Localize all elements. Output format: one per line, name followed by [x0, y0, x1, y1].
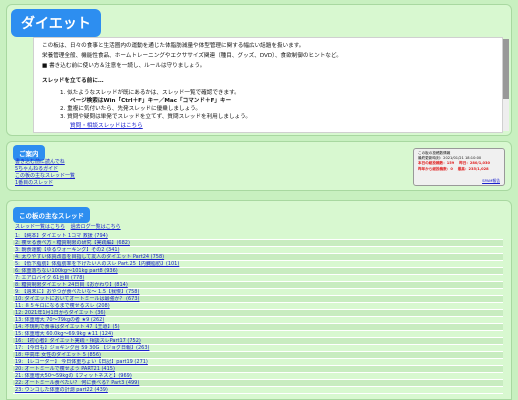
- thread-row[interactable]: 1: 【純本】ダイエット 1コマ 救援 (794): [13, 233, 503, 240]
- thread-panel: この板の主なスレッド スレッド一覧はこちら 過去ログ一覧はこちら 1: 【純本】…: [6, 200, 512, 400]
- archive-link[interactable]: 過去ログ一覧はこちら: [71, 224, 121, 230]
- guide-link-guide[interactable]: 5ちゃんねるガイド: [15, 166, 75, 173]
- thread-row[interactable]: 9: 【週末に】おやつが食べたいな～ 1.5【我慢】(758): [13, 289, 503, 296]
- rule-1: 1. 似たようなスレッドが既にあるかは、スレッド一覧で確認できます。: [60, 89, 240, 96]
- rule-3-link[interactable]: 質問・相談スレッドはこちら: [60, 122, 494, 130]
- spam-report-link[interactable]: SPAM報告: [482, 178, 500, 183]
- guide-link-thread-list[interactable]: この板の主なスレッド一覧: [15, 173, 75, 180]
- thread-row[interactable]: 6: 体重落ちない100kg～101kg part8 (936): [13, 268, 503, 275]
- thread-row[interactable]: 4: 太りやすい体質改善を目指して友人のダイエット Part24 (758): [13, 254, 503, 261]
- thread-row[interactable]: 7: エアロバイク 61台目 (778): [13, 275, 503, 282]
- thread-row[interactable]: 15: 体重増大 60.0kg～69.9kg ★11 (124): [13, 331, 503, 338]
- thread-row[interactable]: 22: オートミール食べたい？ 何に食べる？Part3 (499): [13, 380, 503, 387]
- thread-toplinks: スレッド一覧はこちら 過去ログ一覧はこちら: [15, 223, 125, 230]
- post-stats-box: この板の投稿数情報 最終更新時刻：2021/01/21 18:10:00 本日の…: [413, 148, 505, 186]
- board-title[interactable]: ダイエット: [11, 9, 101, 37]
- thread-row[interactable]: 18: 中高年 女性のダイエット 5 (856): [13, 352, 503, 359]
- thread-row[interactable]: 19: 【レコーダー】 今日体重ちょい【日記】part19 (271): [13, 359, 503, 366]
- board-header-panel: ダイエット この板は、日々の食事と生活圏内の運動を通じた体脂肪減量や体型管理に関…: [6, 4, 512, 136]
- thread-panel-title: この板の主なスレッド: [13, 207, 90, 223]
- thread-row[interactable]: 12: 2021年1月1日からダイエット (36): [13, 310, 503, 317]
- rules-list: 1. 似たようなスレッドが既にあるかは、スレッド一覧で確認できます。 ページ検索…: [42, 89, 494, 130]
- thread-row[interactable]: 23: ウンコした体重の計測 part22 (439): [13, 387, 503, 394]
- intro-line-3: ■ 書き込む前に使い方＆注意を一読し、ルールは守りましょう。: [42, 63, 206, 70]
- thread-row[interactable]: 11: ８５キロになるまで痩せるスレ (208): [13, 303, 503, 310]
- guide-link-read-first[interactable]: 書き込む前に読んでね: [15, 159, 75, 166]
- thread-row[interactable]: 17: 【今日も】ジョギング台 59 30G 【ジョグ日報】(263): [13, 345, 503, 352]
- thread-row[interactable]: 16: 【初心者】ダイエット実践・相談スレPart17 (752): [13, 338, 503, 345]
- thread-row[interactable]: 21: 体重増大50～59kgの【フィットネスと】(969): [13, 373, 503, 380]
- guide-links: 書き込む前に読んでね 5ちゃんねるガイド この板の主なスレッド一覧 1番目のスレ…: [15, 159, 75, 187]
- thread-row[interactable]: 20: オートミールで痩せよう PART21 (415): [13, 366, 503, 373]
- guide-link-first-thread[interactable]: 1番目のスレッド: [15, 180, 75, 187]
- intro-line-1: この板は、日々の食事と生活圏内の運動を通じた体脂肪減量や体型管理に関する幅広い話…: [42, 43, 305, 49]
- thread-row[interactable]: 10: ダイエットにおいてオートミールは最強か？ (673): [13, 296, 503, 303]
- thread-row[interactable]: 3: 朝食運動【ゆるウォーキング】その2 (341): [13, 247, 503, 254]
- intro-scrollbar[interactable]: [503, 39, 509, 131]
- thread-row[interactable]: 13: 体重増大 70～79kgの者 ★9 (262): [13, 317, 503, 324]
- rule-1-sub: ページ検索はWin「Ctrl＋F」キー／Mac「コマンド＋F」キー: [70, 98, 232, 105]
- board-intro: この板は、日々の食事と生活圏内の運動を通じた体脂肪減量や体型管理に関する幅広い話…: [33, 37, 503, 133]
- stats-row-today: 本日の総投稿数：159 昨日：280/1,030: [418, 161, 491, 166]
- thread-list: 1: 【純本】ダイエット 1コマ 救援 (794) 2: 痩せる食べ方・糖質制限の…: [13, 233, 503, 394]
- question-thread-link[interactable]: 質問・相談スレッドはこちら: [70, 123, 143, 129]
- thread-row[interactable]: 8: 糖質制限ダイエット 24日目【おかわり】(814): [13, 282, 503, 289]
- stats-row-total: 昨年から総投稿数：0 最高：235/1,028: [418, 166, 489, 171]
- all-threads-link[interactable]: スレッド一覧はこちら: [15, 224, 65, 230]
- thread-row[interactable]: 2: 痩せる食べ方・糖質制限の研究【実践編】(682): [13, 240, 503, 247]
- rules-heading: スレッドを立てる前に…: [42, 77, 104, 84]
- intro-line-2: 栄養管理全般、機能性食品、ホームトレーニングやエクササイズ関連（種目、グッズ、D…: [42, 53, 342, 60]
- rule-2: 2. 重複に気付いたら、先発スレッドに優乗しましょう。: [60, 106, 202, 113]
- thread-row[interactable]: 5: 【低下脂肪】体脂肪率を下げたい人のスレ Part.25【内臓脂肪】(101…: [13, 261, 503, 268]
- guide-panel: ご案内 書き込む前に読んでね 5ちゃんねるガイド この板の主なスレッド一覧 1番…: [6, 141, 512, 191]
- intro-scrollbar-thumb[interactable]: [503, 39, 509, 99]
- rule-3: 3. 質問や疑問は単発でスレッドを立てず、質問スレッドを利用しましょう。: [60, 114, 251, 121]
- thread-row[interactable]: 14: 不規則で食事はダイエット 47【王道】(5): [13, 324, 503, 331]
